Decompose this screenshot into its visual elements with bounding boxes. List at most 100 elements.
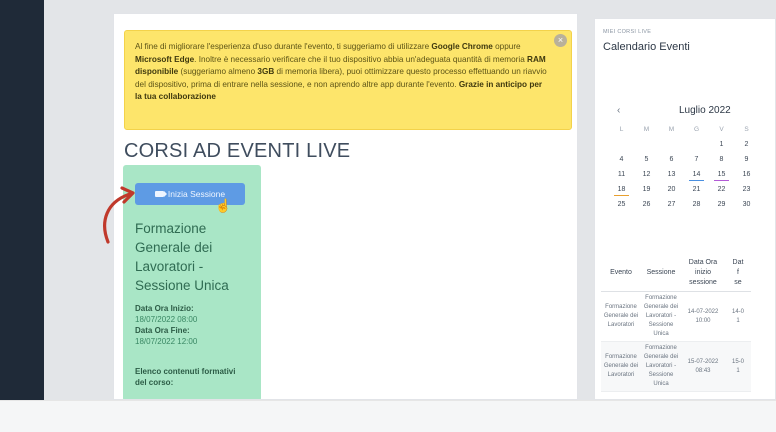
cell-line: Dat (732, 259, 744, 266)
cell-line: Sessione (648, 322, 674, 328)
weekday-label: G (693, 126, 700, 133)
end-date-value: 18/07/2022 12:00 (135, 337, 198, 346)
cell-line: se (734, 279, 742, 286)
column-header: Dat f se (725, 255, 751, 292)
calendar-month: Luglio 2022 (679, 105, 731, 116)
cell-line: 08:43 (695, 367, 711, 374)
column-header: Sessione (641, 255, 681, 292)
cell-line: 1 (736, 317, 740, 324)
calendar-day[interactable]: 28 (684, 197, 709, 212)
cell-line: Lavoratori (607, 322, 635, 328)
calendar-day[interactable]: 27 (659, 197, 684, 212)
alert-fragment: (suggeriamo almeno (178, 67, 258, 77)
calendar-day[interactable]: 29 (709, 197, 734, 212)
course-dates: Data Ora Inizio: 18/07/2022 08:00 Data O… (135, 303, 197, 347)
calendar-day[interactable]: 23 (734, 182, 759, 197)
cell-line: 14-0 (731, 308, 744, 315)
cell-line: 10:00 (695, 317, 711, 324)
app-sidebar (0, 0, 44, 400)
cell-sessione: Formazione Generale dei Lavoratori - Sessio… (641, 341, 681, 392)
cell-line: Lavoratori - (645, 363, 677, 369)
cell-line: 15-07-2022 (687, 358, 719, 365)
column-header: Evento (601, 255, 641, 292)
column-header: Data Ora inizio sessione (681, 255, 725, 292)
table-row[interactable]: Formazione Generale dei Lavoratori Formazio… (601, 291, 751, 342)
table-header-row: Evento Sessione Data Ora inizio sessione Dat f… (601, 255, 751, 292)
calendar-day (684, 137, 709, 152)
cell-line: Generale dei (603, 313, 639, 319)
cell-line: Sessione (648, 372, 674, 378)
calendar-day[interactable]: 14 (684, 167, 709, 182)
cell-line: Evento (610, 269, 632, 276)
hand-pointer-icon: ☝ (215, 198, 232, 213)
calendar-week: 12 (609, 137, 759, 152)
calendar-day[interactable]: 1 (709, 137, 734, 152)
alert-emphasis: Microsoft Edge (135, 54, 195, 64)
calendar-day[interactable]: 22 (709, 182, 734, 197)
calendar-day[interactable]: 16 (734, 167, 759, 182)
cell-line: 15-0 (731, 358, 744, 365)
alert-fragment: . Inoltre è necessario verificare che il… (194, 54, 528, 64)
calendar-day[interactable]: 20 (659, 182, 684, 197)
alert-text: Al fine di migliorare l'esperienza d'uso… (135, 41, 549, 104)
cell-fine: 15-0 1 (725, 341, 751, 392)
weekday-label: M (643, 126, 650, 133)
calendar-day[interactable]: 21 (684, 182, 709, 197)
calendar-day[interactable]: 18 (609, 182, 634, 197)
calendar-day[interactable]: 30 (734, 197, 759, 212)
calendar-day[interactable]: 2 (734, 137, 759, 152)
cell-line: Lavoratori (607, 372, 635, 378)
cell-line: Unica (653, 381, 669, 387)
course-title-line: Lavoratori - (135, 259, 204, 274)
bottom-bar (0, 400, 776, 432)
calendar-day[interactable]: 13 (659, 167, 684, 182)
calendar-day[interactable]: 12 (634, 167, 659, 182)
cell-line: 14-07-2022 (687, 308, 719, 315)
calendar-week: 25 26 27 28 29 30 (609, 197, 759, 212)
weekday-label: L (619, 126, 624, 133)
calendar-weekdays: LMMGVS (609, 122, 759, 137)
calendar-day[interactable]: 5 (634, 152, 659, 167)
calendar-day[interactable]: 6 (659, 152, 684, 167)
calendar-panel: MIEI CORSI LIVE Calendario Eventi ‹ Lugl… (594, 18, 776, 400)
calendar-day (634, 137, 659, 152)
end-date-label: Data Ora Fine: (135, 326, 190, 335)
events-table: Evento Sessione Data Ora inizio sessione Dat f… (601, 255, 751, 392)
weekday-label: M (668, 126, 675, 133)
browser-advice-alert: × Al fine di migliorare l'esperienza d'u… (124, 30, 572, 130)
calendar-day[interactable]: 25 (609, 197, 634, 212)
table-row[interactable]: Formazione Generale dei Lavoratori Formazio… (601, 341, 751, 392)
calendar-day[interactable]: 26 (634, 197, 659, 212)
cell-line: Data Ora (688, 259, 718, 266)
cell-evento: Formazione Generale dei Lavoratori (601, 341, 641, 392)
calendar-title: Calendario Eventi (603, 41, 690, 53)
alert-emphasis: 3GB (257, 67, 275, 77)
prev-month-button[interactable]: ‹ (617, 105, 620, 116)
cell-line: Formazione (645, 345, 677, 351)
calendar-week: 11 12 13 14 15 16 (609, 167, 759, 182)
cell-line: Formazione (605, 354, 637, 360)
course-contents: Elenco contenuti formativi del corso: (135, 366, 235, 388)
cell-line: Formazione (605, 304, 637, 310)
cell-fine: 14-0 1 (725, 291, 751, 342)
cell-evento: Formazione Generale dei Lavoratori (601, 291, 641, 342)
calendar-day[interactable]: 9 (734, 152, 759, 167)
close-icon[interactable]: × (554, 34, 567, 47)
calendar-day[interactable]: 7 (684, 152, 709, 167)
calendar-week: 456789 (609, 152, 759, 167)
calendar-day[interactable]: 11 (609, 167, 634, 182)
calendar-day[interactable]: 19 (634, 182, 659, 197)
calendar-day[interactable]: 15 (709, 167, 734, 182)
cell-line: f (737, 269, 739, 276)
calendar-day[interactable]: 4 (609, 152, 634, 167)
cell-line: Generale dei (643, 354, 679, 360)
start-date-value: 18/07/2022 08:00 (135, 315, 198, 324)
start-date-label: Data Ora Inizio: (135, 304, 194, 313)
cell-line: inizio (695, 269, 711, 276)
calendar-day (609, 137, 634, 152)
course-title-line: Sessione Unica (135, 278, 229, 293)
contents-label: del corso: (135, 378, 174, 387)
calendar-day[interactable]: 8 (709, 152, 734, 167)
calendar-week: 18 19 20 21 22 23 (609, 182, 759, 197)
cell-line: Generale dei (643, 304, 679, 310)
